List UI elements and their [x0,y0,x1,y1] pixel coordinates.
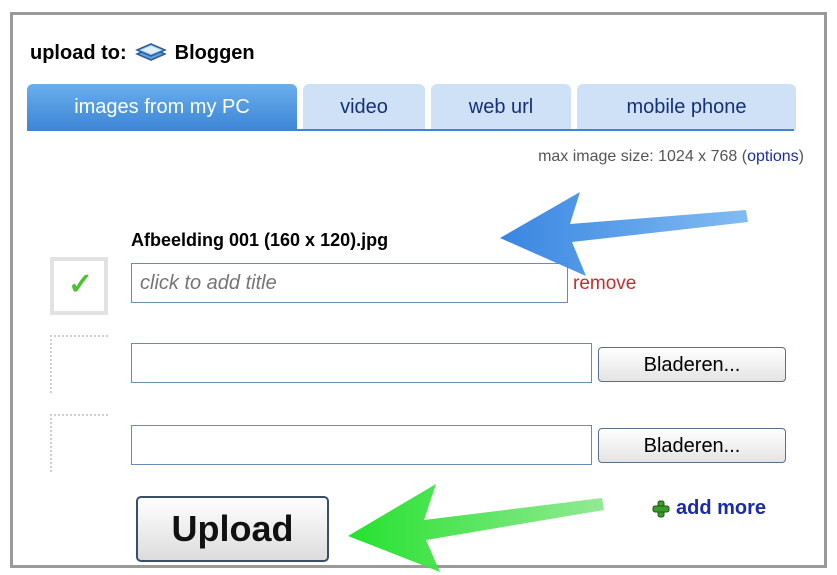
add-more-link[interactable]: add more [652,497,766,520]
options-link[interactable]: options [747,148,799,165]
tab-mobile-phone[interactable]: mobile phone [577,84,796,130]
upload-source-tabs: images from my PC video web url mobile p… [27,84,796,139]
tab-images-from-my-pc[interactable]: images from my PC [27,84,297,139]
green-arrow-annotation [348,484,604,572]
tab-underline [27,129,794,131]
plus-icon [652,500,670,517]
empty-thumbnail [50,335,108,393]
checkmark-icon: ✓ [68,268,94,301]
upload-target-header: upload to: Bloggen [30,40,255,66]
blogger-stack-icon [134,43,167,61]
upload-complete-thumbnail: ✓ [50,257,108,315]
empty-thumbnail [50,414,108,472]
max-size-text: max image size: 1024 x 768 ( [538,148,748,165]
upload-button[interactable]: Upload [136,496,329,562]
upload-to-label: upload to: [30,41,127,64]
tab-video[interactable]: video [303,84,425,130]
max-size-close: ) [798,148,804,165]
uploaded-filename: Afbeelding 001 (160 x 120).jpg [131,230,389,250]
max-image-size-note: max image size: 1024 x 768 (options) [538,148,804,166]
browse-button[interactable]: Bladeren... [598,428,786,463]
tab-web-url[interactable]: web url [431,84,571,130]
add-more-label: add more [676,497,767,519]
file-path-input[interactable] [131,425,592,465]
browse-button[interactable]: Bladeren... [598,347,786,382]
blue-arrow-annotation [500,192,748,276]
blog-name: Bloggen [174,41,255,64]
file-path-input[interactable] [131,343,592,383]
